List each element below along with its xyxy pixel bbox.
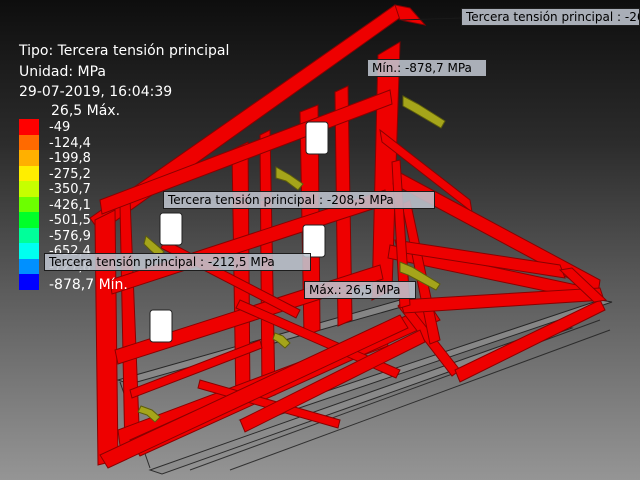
model-viewport[interactable]: Tipo: Tercera tensión principal Unidad: …: [0, 0, 640, 480]
legend-swatch: [19, 227, 39, 244]
unit-label: Unidad: MPa: [19, 64, 107, 80]
legend-swatch: [19, 119, 39, 135]
legend-value: -199,8: [49, 151, 91, 166]
probe-label-center[interactable]: Tercera tensión principal : -208,5 MPa: [163, 191, 435, 209]
legend-max-label: 26,5 Máx.: [51, 103, 121, 119]
legend-swatch: [19, 150, 39, 166]
legend-swatch: [19, 165, 39, 182]
legend-swatch: [19, 212, 39, 228]
legend-value: -124,4: [49, 135, 91, 151]
probe-label-max[interactable]: Máx.: 26,5 MPa: [304, 281, 416, 299]
legend-value: -275,2: [49, 166, 91, 182]
timestamp-label: 29-07-2019, 16:04:39: [19, 84, 173, 100]
probe-label-left[interactable]: Tercera tensión principal : -212,5 MPa: [44, 253, 311, 271]
legend-swatch: [19, 258, 39, 275]
legend-min-label: -878,7 Mín.: [49, 277, 128, 293]
legend-swatch: [19, 196, 39, 213]
legend-value: -49: [49, 120, 71, 135]
legend-swatch: [19, 134, 39, 151]
legend-swatch: [19, 274, 39, 290]
result-type-label: Tipo: Tercera tensión principal: [19, 43, 230, 59]
legend-value: -501,5: [49, 213, 91, 228]
legend-value: -350,7: [49, 182, 91, 197]
legend-swatch: [19, 181, 39, 197]
legend-value: -426,1: [49, 197, 91, 213]
legend-value: -576,9: [49, 228, 91, 244]
probe-label-min[interactable]: Mín.: -878,7 MPa: [367, 59, 487, 77]
probe-label-top-right[interactable]: Tercera tensión principal : -267,: [461, 8, 640, 26]
legend-swatch: [19, 243, 39, 259]
